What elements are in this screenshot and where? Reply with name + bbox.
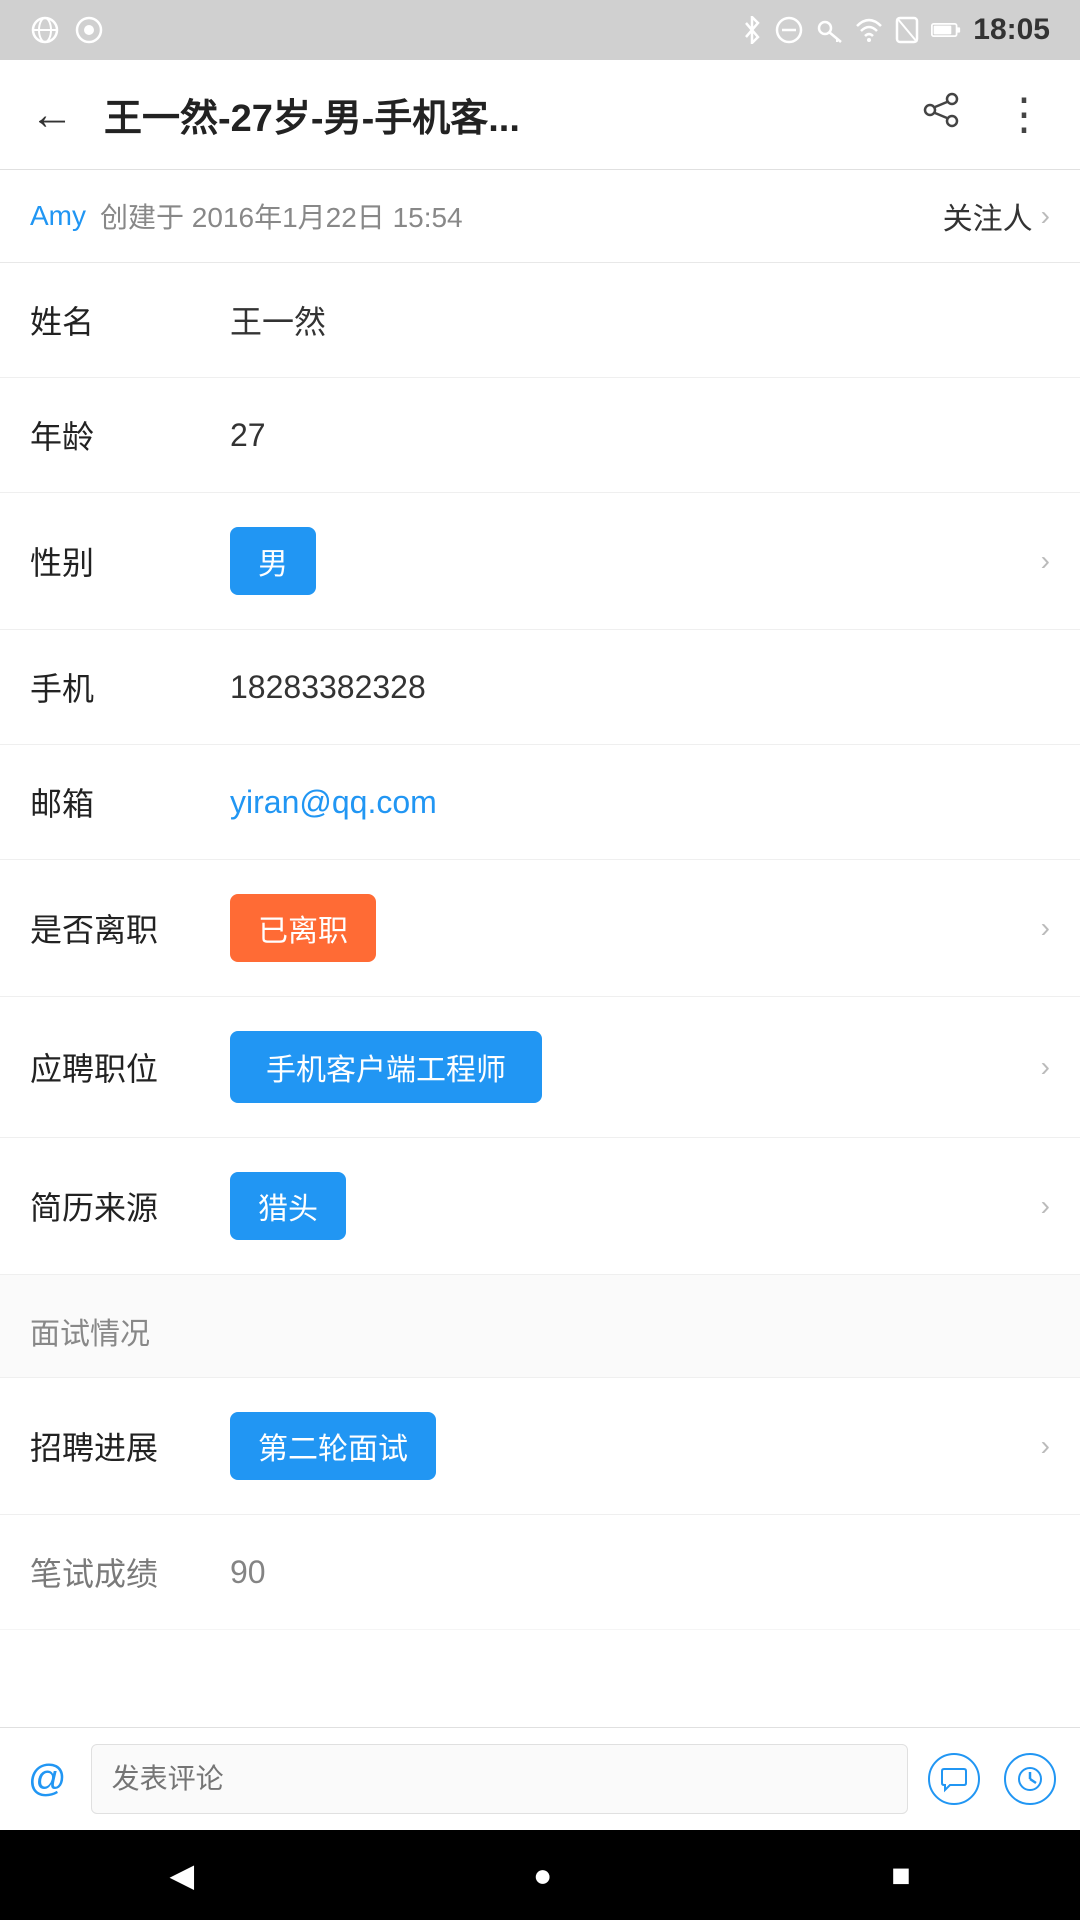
comment-circle-icon xyxy=(928,1753,980,1805)
nav-recents-button[interactable]: ■ xyxy=(851,1847,950,1904)
follow-label: 关注人 xyxy=(943,194,1033,238)
speech-bubble-icon xyxy=(940,1765,968,1793)
label-position: 应聘职位 xyxy=(30,1044,230,1090)
battery-icon xyxy=(931,20,961,40)
more-button[interactable]: ⋮ xyxy=(996,89,1050,140)
progress-chevron-icon: › xyxy=(1041,1430,1050,1462)
progress-value-area: 第二轮面试 › xyxy=(230,1412,1050,1480)
label-name: 姓名 xyxy=(30,297,230,343)
position-chevron-icon: › xyxy=(1041,1051,1050,1083)
value-age: 27 xyxy=(230,417,1050,454)
gender-chevron-icon: › xyxy=(1041,545,1050,577)
time-display: 18:05 xyxy=(973,13,1050,47)
label-age: 年龄 xyxy=(30,412,230,458)
progress-tag: 第二轮面试 xyxy=(230,1412,436,1480)
label-test-score: 笔试成绩 xyxy=(30,1549,230,1595)
section-interview-header: 面试情况 xyxy=(0,1275,1080,1378)
creator-name: Amy xyxy=(30,200,86,232)
field-recruitment-progress[interactable]: 招聘进展 第二轮面试 › xyxy=(0,1378,1080,1515)
bluetooth-icon xyxy=(741,16,763,44)
status-left-icons xyxy=(30,15,104,45)
value-name: 王一然 xyxy=(230,297,1050,343)
source-tag: 猎头 xyxy=(230,1172,346,1240)
page-title: 王一然-27岁-男-手机客... xyxy=(104,87,886,142)
position-value-area: 手机客户端工程师 › xyxy=(230,1031,1050,1103)
field-gender[interactable]: 性别 男 › xyxy=(0,493,1080,630)
content-area: 姓名 王一然 年龄 27 性别 男 › 手机 18283382328 邮箱 yi… xyxy=(0,263,1080,1727)
field-name: 姓名 王一然 xyxy=(0,263,1080,378)
value-phone: 18283382328 xyxy=(230,669,1050,706)
resigned-tag: 已离职 xyxy=(230,894,376,962)
at-button[interactable]: @ xyxy=(20,1758,75,1801)
label-recruitment-progress: 招聘进展 xyxy=(30,1423,230,1469)
minus-circle-icon xyxy=(775,16,803,44)
source-value-area: 猎头 › xyxy=(230,1172,1050,1240)
app-header: ← 王一然-27岁-男-手机客... ⋮ xyxy=(0,60,1080,170)
resigned-value-area: 已离职 › xyxy=(230,894,1050,962)
field-test-score: 笔试成绩 90 xyxy=(0,1515,1080,1630)
share-button[interactable] xyxy=(906,91,976,139)
follow-button[interactable]: 关注人 › xyxy=(943,194,1050,238)
comment-icon-button[interactable] xyxy=(924,1749,984,1809)
field-age: 年龄 27 xyxy=(0,378,1080,493)
clock-circle-icon xyxy=(1004,1753,1056,1805)
field-position[interactable]: 应聘职位 手机客户端工程师 › xyxy=(0,997,1080,1138)
value-email[interactable]: yiran@qq.com xyxy=(230,784,1050,821)
back-button[interactable]: ← xyxy=(30,93,84,137)
share-icon xyxy=(922,91,960,129)
section-interview-label: 面试情况 xyxy=(30,1318,150,1351)
gender-value-area: 男 › xyxy=(230,527,1050,595)
label-resigned: 是否离职 xyxy=(30,905,230,951)
field-resigned[interactable]: 是否离职 已离职 › xyxy=(0,860,1080,997)
created-text: 创建于 2016年1月22日 15:54 xyxy=(100,196,463,236)
status-right: 18:05 xyxy=(741,13,1050,47)
bottom-bar: @ xyxy=(0,1727,1080,1830)
label-email: 邮箱 xyxy=(30,779,230,825)
sub-header: Amy 创建于 2016年1月22日 15:54 关注人 › xyxy=(0,170,1080,263)
label-phone: 手机 xyxy=(30,664,230,710)
position-tag: 手机客户端工程师 xyxy=(230,1031,542,1103)
clock-icon xyxy=(1016,1765,1044,1793)
creator-info: Amy 创建于 2016年1月22日 15:54 xyxy=(30,196,463,236)
resigned-chevron-icon: › xyxy=(1041,912,1050,944)
follow-chevron-icon: › xyxy=(1041,200,1050,232)
nav-bar: ◀ ● ■ xyxy=(0,1830,1080,1920)
nav-home-button[interactable]: ● xyxy=(493,1847,592,1904)
label-source: 简历来源 xyxy=(30,1183,230,1229)
label-gender: 性别 xyxy=(30,538,230,584)
key-icon xyxy=(815,16,843,44)
clock-icon-button[interactable] xyxy=(1000,1749,1060,1809)
field-source[interactable]: 简历来源 猎头 › xyxy=(0,1138,1080,1275)
gender-tag: 男 xyxy=(230,527,316,595)
no-sim-icon xyxy=(895,16,919,44)
source-chevron-icon: › xyxy=(1041,1190,1050,1222)
nav-back-button[interactable]: ◀ xyxy=(129,1846,234,1904)
status-bar: 18:05 xyxy=(0,0,1080,60)
wifi-icon xyxy=(855,16,883,44)
value-test-score: 90 xyxy=(230,1554,1050,1591)
comment-input[interactable] xyxy=(91,1744,908,1814)
field-email: 邮箱 yiran@qq.com xyxy=(0,745,1080,860)
field-phone: 手机 18283382328 xyxy=(0,630,1080,745)
globe-icon xyxy=(30,15,60,45)
signal-icon xyxy=(74,15,104,45)
